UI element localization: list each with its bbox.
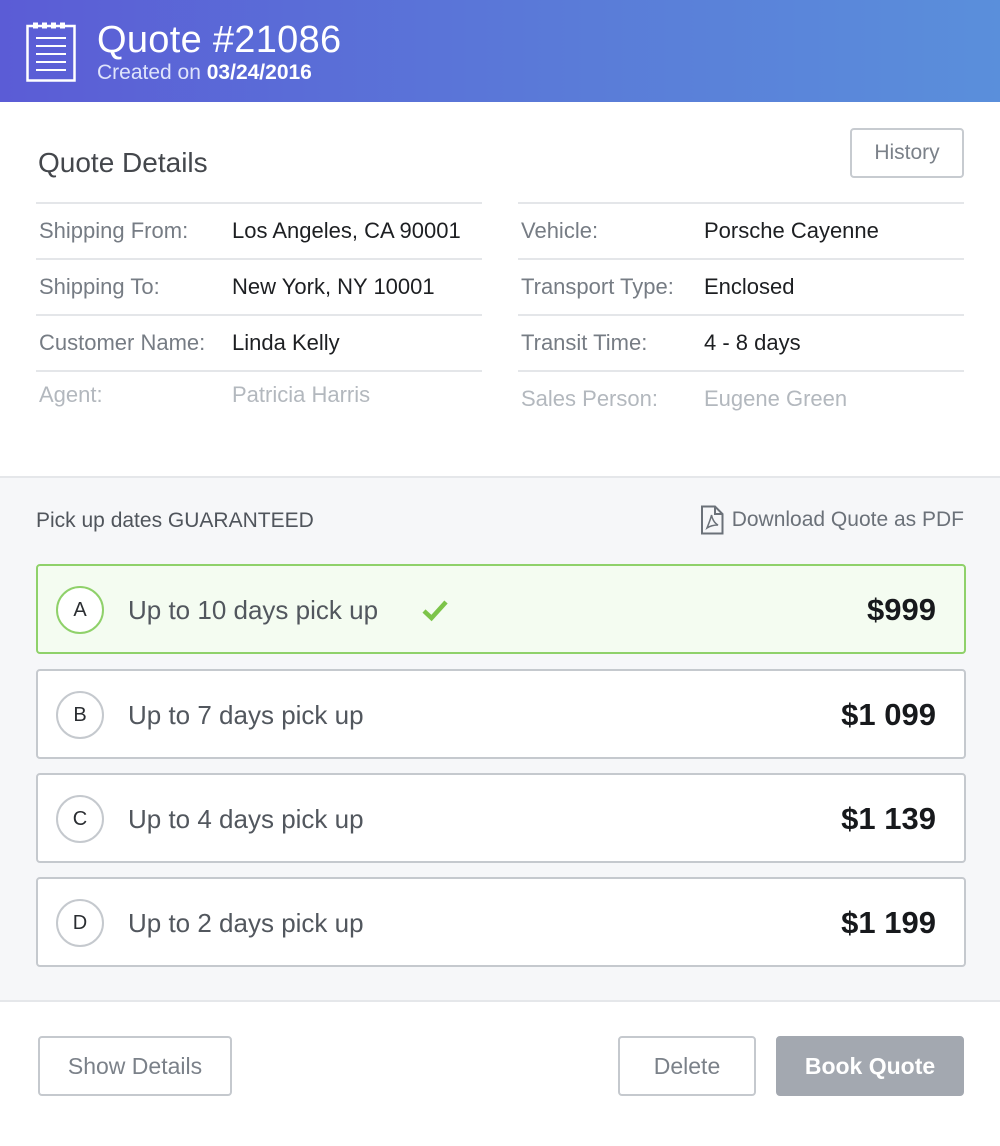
pickup-option-d[interactable]: D Up to 2 days pick up $1 199 — [36, 877, 966, 967]
created-prefix: Created on — [97, 61, 201, 84]
detail-row-sales-person: Sales Person: Eugene Green — [518, 370, 964, 426]
download-pdf-label: Download Quote as PDF — [731, 508, 964, 531]
book-quote-button[interactable]: Book Quote — [776, 1036, 964, 1096]
detail-row-transport-type: Transport Type: Enclosed — [518, 258, 964, 314]
details-left-column: Shipping From: Los Angeles, CA 90001 Shi… — [36, 202, 482, 426]
detail-value: Los Angeles, CA 90001 — [232, 218, 461, 243]
pickup-option-a[interactable]: A Up to 10 days pick up $999 — [36, 564, 966, 654]
pickup-option-c[interactable]: C Up to 4 days pick up $1 139 — [36, 773, 966, 863]
option-price: $1 099 — [841, 697, 936, 732]
detail-label: Transport Type: — [521, 274, 674, 299]
detail-row-shipping-from: Shipping From: Los Angeles, CA 90001 — [36, 202, 482, 258]
pickup-heading: Pick up dates GUARANTEED — [36, 509, 314, 532]
notepad-icon — [26, 22, 76, 82]
detail-label: Vehicle: — [521, 218, 599, 243]
checkmark-icon — [422, 600, 448, 622]
option-price: $1 199 — [841, 905, 936, 940]
download-pdf-link[interactable]: Download Quote as PDF — [700, 504, 964, 536]
option-label: Up to 4 days pick up — [128, 804, 364, 834]
detail-value: Linda Kelly — [232, 330, 340, 355]
option-letter-badge: C — [56, 795, 104, 843]
detail-row-customer-name: Customer Name: Linda Kelly — [36, 314, 482, 370]
option-label: Up to 7 days pick up — [128, 700, 364, 730]
details-right-column: Vehicle: Porsche Cayenne Transport Type:… — [518, 202, 964, 426]
option-letter-badge: A — [56, 586, 104, 634]
detail-row-shipping-to: Shipping To: New York, NY 10001 — [36, 258, 482, 314]
detail-label: Shipping To: — [39, 274, 160, 299]
option-letter-badge: D — [56, 899, 104, 947]
option-label: Up to 10 days pick up — [128, 595, 379, 625]
detail-value: Enclosed — [704, 274, 795, 299]
detail-row-vehicle: Vehicle: Porsche Cayenne — [518, 202, 964, 258]
detail-label: Transit Time: — [521, 330, 648, 355]
detail-value: Porsche Cayenne — [704, 218, 879, 243]
detail-row-transit-time: Transit Time: 4 - 8 days — [518, 314, 964, 370]
detail-value: Patricia Harris — [232, 382, 371, 407]
option-letter-badge: B — [56, 691, 104, 739]
detail-row-agent: Agent: Patricia Harris — [36, 370, 482, 426]
quote-header: Quote #21086 Created on 03/24/2016 — [0, 0, 1000, 102]
pickup-options-section: Pick up dates GUARANTEED Download Quote … — [0, 476, 1000, 1002]
option-price: $1 139 — [841, 801, 936, 836]
detail-label: Sales Person: — [521, 386, 658, 411]
created-date: 03/24/2016 — [206, 61, 312, 84]
detail-value: 4 - 8 days — [704, 330, 801, 355]
option-price: $999 — [867, 592, 936, 627]
detail-value: Eugene Green — [704, 386, 848, 411]
detail-label: Shipping From: — [39, 218, 189, 243]
delete-button[interactable]: Delete — [618, 1036, 756, 1096]
pdf-file-icon — [700, 505, 724, 535]
show-details-button[interactable]: Show Details — [38, 1036, 232, 1096]
detail-label: Agent: — [39, 382, 103, 407]
quote-details-title: Quote Details — [38, 147, 208, 178]
detail-value: New York, NY 10001 — [232, 274, 435, 299]
quote-created: Created on 03/24/2016 — [97, 61, 312, 85]
detail-label: Customer Name: — [39, 330, 206, 355]
pickup-option-b[interactable]: B Up to 7 days pick up $1 099 — [36, 669, 966, 759]
option-label: Up to 2 days pick up — [128, 908, 364, 938]
quote-title: Quote #21086 — [97, 19, 342, 61]
history-button[interactable]: History — [850, 128, 964, 178]
